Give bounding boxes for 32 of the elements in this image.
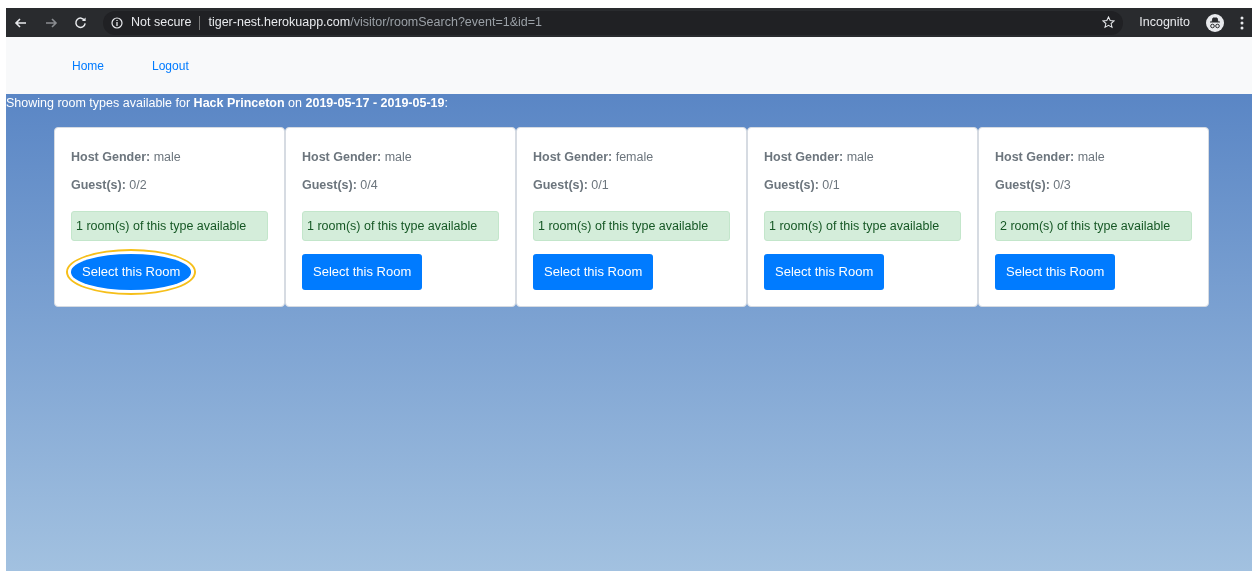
forward-icon[interactable] — [44, 15, 58, 30]
guests-text: Guest(s): 0/3 — [995, 176, 1072, 194]
incognito-icon[interactable] — [1206, 13, 1224, 32]
availability-alert: 1 room(s) of this type available — [533, 210, 730, 242]
nav-link[interactable]: Home — [72, 56, 104, 75]
profile-label: Incognito — [1139, 14, 1190, 32]
availability-alert: 1 room(s) of this type available — [302, 210, 499, 242]
reload-icon[interactable] — [74, 16, 87, 29]
guests-text: Guest(s): 0/1 — [533, 176, 610, 194]
host-gender-text: Host Gender: female — [533, 149, 655, 166]
availability-alert: 1 room(s) of this type available — [71, 210, 268, 242]
availability-alert: 2 room(s) of this type available — [995, 210, 1192, 242]
menu-icon[interactable] — [1240, 15, 1244, 30]
security-label: Not secure — [131, 14, 192, 32]
select-room-button[interactable]: Select this Room — [533, 254, 654, 290]
nav-link[interactable]: Logout — [152, 56, 189, 75]
select-room-button[interactable]: Select this Room — [995, 254, 1116, 290]
heading-text: Showing room types available for Hack Princeton on 2019-05-17 - 2019-05-19: — [6, 95, 449, 112]
host-gender-text: Host Gender: male — [302, 149, 413, 166]
availability-alert: 1 room(s) of this type available — [764, 210, 961, 242]
guests-text: Guest(s): 0/1 — [764, 176, 841, 194]
select-room-button[interactable]: Select this Room — [302, 254, 423, 290]
info-icon[interactable] — [111, 16, 123, 29]
select-room-button[interactable]: Select this Room — [764, 254, 885, 290]
guests-text: Guest(s): 0/4 — [302, 176, 379, 194]
url-text[interactable]: tiger-nest.herokuapp.com/visitor/roomSearch?event=1&id=1 — [208, 13, 542, 32]
host-gender-text: Host Gender: male — [995, 149, 1106, 166]
back-icon[interactable] — [14, 15, 28, 30]
host-gender-text: Host Gender: male — [764, 149, 875, 166]
host-gender-text: Host Gender: male — [71, 149, 182, 166]
guests-text: Guest(s): 0/2 — [71, 176, 148, 194]
star-icon[interactable] — [1102, 16, 1116, 29]
